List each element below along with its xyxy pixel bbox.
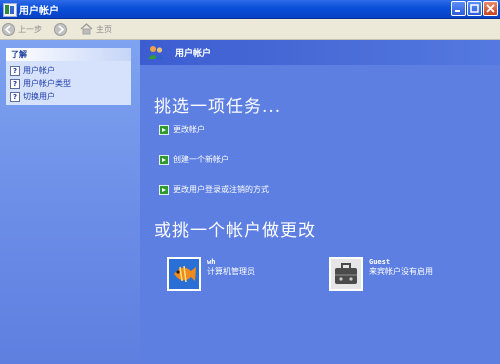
task-label: 更改帐户 bbox=[173, 125, 205, 134]
main-header: 用户帐户 bbox=[140, 40, 500, 65]
fish-icon bbox=[167, 257, 201, 291]
help-icon: ? bbox=[10, 65, 20, 76]
maximize-button[interactable] bbox=[467, 1, 482, 16]
task-create-account[interactable]: 创建一个新帐户 bbox=[159, 154, 229, 165]
back-arrow-icon bbox=[2, 22, 15, 36]
forward-arrow-icon bbox=[54, 22, 67, 36]
main-panel: 用户帐户 挑选一项任务... 更改帐户 创建一个新帐户 更改用户登录或注销的方式… bbox=[140, 40, 500, 364]
sidebar-item-label: 切换用户 bbox=[23, 92, 55, 101]
user-accounts-app-icon bbox=[3, 3, 17, 17]
account-type: 来宾帐户没有启用 bbox=[369, 267, 433, 276]
toolbar: 上一步 主页 bbox=[0, 19, 500, 40]
account-name: Guest bbox=[369, 258, 391, 266]
pick-task-heading: 挑选一项任务... bbox=[154, 97, 282, 117]
account-tile-wh[interactable]: wh 计算机管理员 bbox=[167, 257, 255, 291]
minimize-icon bbox=[455, 10, 460, 12]
account-name: wh bbox=[207, 258, 216, 266]
close-icon bbox=[486, 4, 495, 13]
minimize-button[interactable] bbox=[451, 1, 466, 16]
users-icon bbox=[148, 46, 164, 59]
green-arrow-icon bbox=[159, 184, 169, 195]
sidebar-item-label: 用户帐户类型 bbox=[23, 79, 71, 88]
briefcase-icon bbox=[329, 257, 363, 291]
task-change-account[interactable]: 更改帐户 bbox=[159, 124, 205, 135]
green-arrow-icon bbox=[159, 154, 169, 165]
sidebar-item-user-accounts[interactable]: ? 用户帐户 bbox=[10, 64, 131, 77]
home-button-label: 主页 bbox=[96, 24, 112, 34]
home-icon bbox=[80, 23, 93, 35]
back-button-label: 上一步 bbox=[18, 24, 42, 34]
close-button[interactable] bbox=[483, 1, 498, 16]
green-arrow-icon bbox=[159, 124, 169, 135]
help-icon: ? bbox=[10, 91, 20, 102]
account-type: 计算机管理员 bbox=[207, 267, 255, 276]
forward-button[interactable] bbox=[54, 21, 67, 37]
main-header-title: 用户帐户 bbox=[175, 49, 212, 59]
sidebar-item-switch-user[interactable]: ? 切换用户 bbox=[10, 90, 131, 103]
pick-account-heading: 或挑一个帐户做更改 bbox=[154, 221, 316, 241]
sidebar-item-label: 用户帐户 bbox=[23, 66, 55, 75]
sidebar: 了解 ? 用户帐户 ? 用户帐户类型 ? 切换用户 bbox=[0, 40, 140, 364]
task-label: 更改用户登录或注销的方式 bbox=[173, 185, 269, 194]
task-label: 创建一个新帐户 bbox=[173, 155, 229, 164]
back-button[interactable]: 上一步 bbox=[2, 21, 42, 37]
help-icon: ? bbox=[10, 78, 20, 89]
learn-about-title: 了解 bbox=[6, 48, 131, 61]
learn-about-panel: 了解 ? 用户帐户 ? 用户帐户类型 ? 切换用户 bbox=[6, 48, 131, 105]
sidebar-item-account-types[interactable]: ? 用户帐户类型 bbox=[10, 77, 131, 90]
home-button[interactable]: 主页 bbox=[80, 21, 112, 37]
title-bar[interactable]: 用户帐户 bbox=[0, 0, 500, 19]
account-tile-guest[interactable]: Guest 来宾帐户没有启用 bbox=[329, 257, 433, 291]
maximize-icon bbox=[470, 4, 479, 13]
window-title: 用户帐户 bbox=[19, 6, 59, 17]
task-change-logon-options[interactable]: 更改用户登录或注销的方式 bbox=[159, 184, 269, 195]
